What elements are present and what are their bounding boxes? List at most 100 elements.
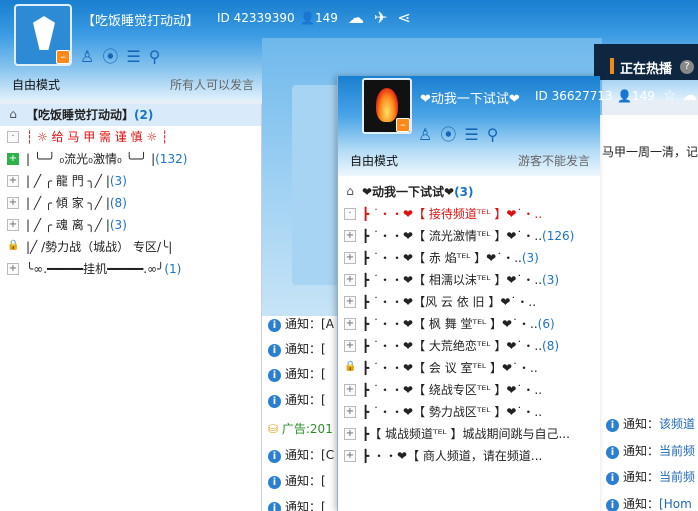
person-icon: 👤 — [300, 11, 315, 25]
channel-id: ID 36627713 — [535, 89, 613, 103]
info-icon: i — [268, 476, 281, 489]
expand-icon[interactable]: + — [344, 318, 356, 330]
info-icon: i — [268, 319, 281, 332]
toolbar: ♙⦿☰⚲ — [80, 43, 168, 67]
search-icon[interactable]: ⚲ — [149, 47, 169, 66]
chat-line: i 通知：当前频 — [606, 466, 695, 488]
now-playing-box[interactable]: 正在热播 ? — [594, 44, 698, 80]
channel-row[interactable]: + ┣ ˙・・❤【 大荒绝恋ᵀᴱᴸ 】❤˙・..(8) — [338, 335, 600, 357]
channel-tree: ⌂ 【吃饭睡觉打动动】(2) · ┆ ☼ 给 马 甲 需 谨 慎 ☼ ┆ + |… — [0, 104, 262, 511]
chat-line: i 通知：[ — [268, 363, 326, 385]
minimize-badge-icon[interactable]: – — [396, 118, 410, 132]
announcement-text: 马甲一周一清，记 — [602, 145, 698, 159]
channel-id: ID 42339390 — [217, 11, 295, 25]
share-icon[interactable]: ⋖ — [397, 8, 420, 27]
channel-tree: ⌂ ❤动我一下试试❤(3) · ┣ ˙・・❤【 接待频道ᵀᴱᴸ 】❤˙・.. +… — [338, 181, 600, 511]
home-icon: ⌂ — [9, 107, 17, 121]
chat-line: i 通知：[ — [268, 496, 326, 511]
expand-icon[interactable]: + — [344, 230, 356, 242]
chat-line: i 通知：[C — [268, 444, 334, 466]
expand-icon[interactable]: + — [344, 450, 356, 462]
expand-icon[interactable]: + — [344, 252, 356, 264]
expand-icon[interactable]: + — [7, 263, 19, 275]
person-icon: 👤 — [617, 89, 632, 103]
channel-row[interactable]: + | ╱ ╭ 傾 家 ╮╱ |(8) — [0, 192, 261, 214]
ad-line[interactable]: ⛁ 广告:201 — [268, 418, 333, 440]
speak-note: 游客不能发言 — [518, 154, 591, 168]
coins-icon: ⛁ — [268, 422, 282, 436]
tie-icon — [33, 16, 55, 50]
expand-icon[interactable]: + — [7, 219, 19, 231]
chat-line: i 通知：当前频 — [606, 440, 695, 462]
header-icons: ☁✈⋖ — [348, 8, 421, 27]
channel-row[interactable]: + | ╰─╯ ₀流光₀激情₀ ╰─╯ |(132) — [0, 148, 261, 170]
dot-icon: · — [344, 208, 356, 220]
expand-icon[interactable]: + — [7, 175, 19, 187]
location-icon[interactable]: ⦿ — [440, 125, 464, 144]
search-icon[interactable]: ⚲ — [487, 125, 507, 144]
plane-icon[interactable]: ✈ — [374, 8, 397, 27]
channel-row[interactable]: + ┣ ˙・・❤【 流光激情ᵀᴱᴸ 】❤˙・..(126) — [338, 225, 600, 247]
channel-title: ❤动我一下试试❤ — [420, 92, 520, 107]
home-icon: ⌂ — [346, 184, 354, 198]
info-icon: i — [606, 499, 619, 511]
channel-row[interactable]: ⌂ 【吃饭睡觉打动动】(2) — [0, 104, 261, 126]
accent-bar — [610, 58, 614, 74]
channel-row[interactable]: + ┣ ˙・・❤【风 云 依 旧 】❤˙・.. — [338, 291, 600, 313]
info-icon: i — [606, 446, 619, 459]
cloud-icon: ☁ — [682, 86, 697, 104]
channel-title: 【吃饭睡觉打动动】 — [82, 14, 200, 29]
list-icon[interactable]: ☰ — [126, 47, 148, 66]
cloud-icon: ☁ — [348, 8, 374, 27]
channel-row[interactable]: + | ╱ ╭ 魂 离 ╮╱ |(3) — [0, 214, 261, 236]
expand-icon[interactable]: + — [344, 406, 356, 418]
help-icon[interactable]: ? — [680, 60, 694, 74]
channel-logo[interactable]: – — [362, 78, 412, 134]
channel-row[interactable]: + ┣ ˙・・❤【 枫 舞 堂ᵀᴱᴸ 】❤˙・..(6) — [338, 313, 600, 335]
expand-icon[interactable]: + — [7, 197, 19, 209]
channel-row[interactable]: + ┣ ・・❤【 商人频道，请在频道... — [338, 445, 600, 467]
chat-line: i 通知：[ — [268, 470, 326, 492]
info-icon: i — [268, 502, 281, 511]
mode-label[interactable]: 自由模式 — [12, 76, 60, 93]
channel-row[interactable]: + ┣【 城战频道ᵀᴱᴸ 】城战期间跳与自己... — [338, 423, 600, 445]
channel-row[interactable]: + ╰∞.━━━━━挂机━━━━━.∞╯(1) — [0, 258, 261, 280]
member-count: 👤149 — [300, 11, 338, 25]
location-icon[interactable]: ⦿ — [102, 47, 126, 66]
channel-row[interactable]: 🔒 |╱ /勢力战（城战） 专区/╰| — [0, 236, 261, 258]
info-icon: i — [268, 369, 281, 382]
expand-icon[interactable]: + — [344, 428, 356, 440]
info-icon: i — [606, 419, 619, 432]
lock-icon: 🔒 — [344, 361, 357, 372]
channel-row[interactable]: 🔒 ┣ ˙・・❤【 会 议 室ᵀᴱᴸ 】❤˙・.. — [338, 357, 600, 379]
expand-icon[interactable]: + — [7, 153, 19, 165]
channel-row[interactable]: + ┣ ˙・・❤【 赤 焰ᵀᴱᴸ 】❤˙・..(3) — [338, 247, 600, 269]
chat-line: i 通知：[ — [268, 389, 326, 411]
list-icon[interactable]: ☰ — [464, 125, 486, 144]
favorite-star-icon[interactable]: ☆ — [663, 86, 676, 104]
chat-line: i 通知：该频道 — [606, 413, 695, 435]
minimize-badge-icon[interactable]: – — [56, 50, 70, 64]
user-icon[interactable]: ♙ — [80, 47, 102, 66]
channel-logo[interactable]: – — [14, 4, 72, 66]
channel-row[interactable]: · ┆ ☼ 给 马 甲 需 谨 慎 ☼ ┆ — [0, 126, 261, 148]
channel-row[interactable]: + ┣ ˙・・❤【 勢力战区ᵀᴱᴸ 】❤˙・.. — [338, 401, 600, 423]
chat-line: i 通知：[ — [268, 338, 326, 360]
expand-icon[interactable]: + — [344, 384, 356, 396]
channel-row[interactable]: + ┣ ˙・・❤【 相濡以沫ᵀᴱᴸ 】❤˙・..(3) — [338, 269, 600, 291]
foreground-channel-window[interactable]: – ❤动我一下试试❤ ♙⦿☰⚲ 自由模式 游客不能发言 ⌂ ❤动我一下试试❤(3… — [337, 76, 600, 511]
mode-label[interactable]: 自由模式 — [350, 152, 398, 169]
channel-row[interactable]: + | ╱ ╭ 龍 門 ╮╱ |(3) — [0, 170, 261, 192]
expand-icon[interactable]: + — [344, 340, 356, 352]
info-icon: i — [606, 472, 619, 485]
expand-icon[interactable]: + — [344, 296, 356, 308]
channel-row[interactable]: ⌂ ❤动我一下试试❤(3) — [338, 181, 600, 203]
member-count: 👤149 — [617, 89, 655, 103]
toolbar: ♙⦿☰⚲ — [418, 121, 506, 145]
speak-note: 所有人可以发言 — [170, 78, 255, 92]
user-icon[interactable]: ♙ — [418, 125, 440, 144]
expand-icon[interactable]: + — [344, 274, 356, 286]
info-icon: i — [268, 395, 281, 408]
channel-row[interactable]: + ┣ ˙・・❤【 绕战专区ᵀᴱᴸ 】❤˙・.. — [338, 379, 600, 401]
channel-row[interactable]: · ┣ ˙・・❤【 接待频道ᵀᴱᴸ 】❤˙・.. — [338, 203, 600, 225]
